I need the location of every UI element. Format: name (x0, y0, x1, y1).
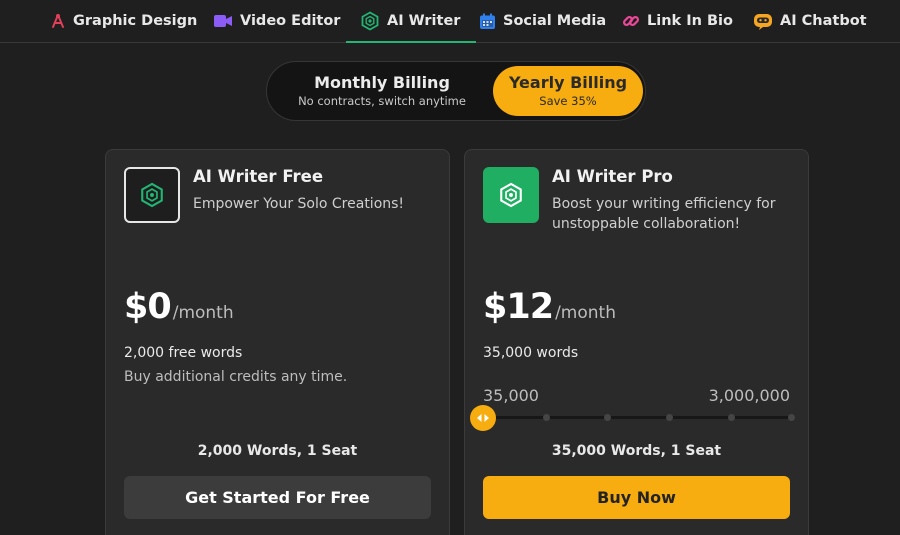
ai-writer-icon (361, 11, 379, 31)
chatbot-icon (754, 14, 772, 30)
words-slider[interactable] (470, 405, 795, 431)
slider-tick (604, 414, 611, 421)
nav-item-ai-writer[interactable]: AI Writer (345, 0, 477, 43)
slider-tick (728, 414, 735, 421)
monthly-billing-subtitle: No contracts, switch anytime (298, 94, 466, 108)
price-amount: $12 (483, 287, 554, 327)
plan-icon-pro (483, 167, 539, 223)
top-nav: Graphic Design Video Editor AI Writer So… (0, 0, 900, 43)
nav-item-label: Link In Bio (647, 13, 733, 29)
nav-item-label: AI Chatbot (780, 13, 867, 29)
graphic-design-icon (52, 14, 64, 28)
seats-summary: 35,000 Words, 1 Seat (551, 443, 722, 459)
nav-item-label: Graphic Design (73, 13, 198, 29)
price-period: /month (172, 303, 234, 323)
nav-item-ai-chatbot[interactable]: AI Chatbot (753, 0, 867, 42)
credits-note: Buy additional credits any time. (124, 369, 348, 385)
price: $12 /month (483, 287, 616, 327)
nav-item-label: Video Editor (240, 13, 341, 29)
link-icon (622, 15, 640, 27)
plan-name: AI Writer Pro (552, 167, 673, 186)
plan-description: Empower Your Solo Creations! (193, 196, 405, 212)
plan-name: AI Writer Free (193, 167, 324, 186)
buy-now-button[interactable]: Buy Now (483, 476, 790, 519)
slider-handle[interactable] (470, 405, 496, 431)
nav-item-label: Social Media (503, 13, 607, 29)
price: $0 /month (124, 287, 234, 327)
billing-toggle: Monthly Billing No contracts, switch any… (266, 61, 646, 121)
nav-item-graphic-design[interactable]: Graphic Design (50, 0, 197, 42)
slider-max-label: 3,000,000 (708, 386, 790, 405)
words-included: 2,000 free words (124, 345, 243, 361)
seats-summary: 2,000 Words, 1 Seat (197, 443, 358, 459)
ai-writer-icon (500, 182, 522, 208)
drag-arrows-icon (477, 414, 489, 422)
yearly-billing-option[interactable]: Yearly Billing Save 35% (493, 66, 643, 116)
ai-writer-icon (141, 182, 163, 208)
slider-tick (788, 414, 795, 421)
yearly-billing-title: Yearly Billing (508, 73, 628, 92)
plan-description: Boost your writing efficiency for unstop… (552, 196, 776, 232)
plan-icon-free (124, 167, 180, 223)
plan-card-pro: AI Writer Pro Boost your writing efficie… (464, 149, 809, 535)
nav-item-social-media[interactable]: Social Media (479, 0, 606, 42)
video-camera-icon (214, 15, 232, 27)
nav-item-link-in-bio[interactable]: Link In Bio (622, 0, 733, 42)
words-included: 35,000 words (483, 345, 579, 361)
nav-item-video-editor[interactable]: Video Editor (213, 0, 340, 42)
slider-tick (543, 414, 550, 421)
slider-tick (666, 414, 673, 421)
price-amount: $0 (124, 287, 172, 327)
nav-item-label: AI Writer (387, 13, 461, 29)
slider-min-label: 35,000 (483, 386, 539, 405)
yearly-billing-subtitle: Save 35% (539, 94, 597, 108)
plan-card-free: AI Writer Free Empower Your Solo Creatio… (105, 149, 450, 535)
calendar-icon (480, 13, 495, 29)
price-period: /month (555, 303, 616, 323)
get-started-free-button[interactable]: Get Started For Free (124, 476, 431, 519)
monthly-billing-title: Monthly Billing (314, 73, 450, 92)
monthly-billing-option[interactable]: Monthly Billing No contracts, switch any… (271, 66, 493, 116)
